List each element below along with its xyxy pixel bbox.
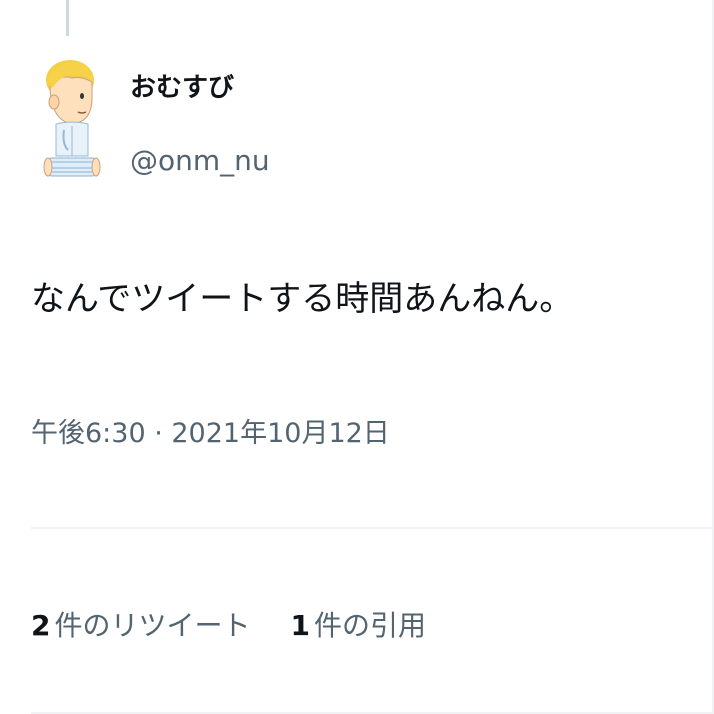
- quote-label: 件の引用: [313, 609, 426, 642]
- display-name[interactable]: おむすび: [130, 68, 234, 108]
- avatar-image: [43, 60, 101, 177]
- divider: [31, 527, 714, 529]
- retweet-label: 件のリツイート: [54, 609, 251, 642]
- thread-connector-line: [66, 0, 69, 36]
- tweet-stats: 2 件のリツイート 1 件の引用: [31, 604, 426, 648]
- avatar[interactable]: [42, 58, 102, 188]
- retweets-stat[interactable]: 2 件のリツイート: [31, 604, 251, 648]
- retweet-count: 2: [31, 609, 51, 642]
- quote-count: 1: [290, 609, 310, 642]
- tweet-timestamp[interactable]: 午後6:30 · 2021年10月12日: [31, 414, 390, 454]
- username[interactable]: @onm_nu: [130, 140, 270, 182]
- tweet-text: なんでツイートする時間あんねん。: [31, 279, 574, 319]
- quotes-stat[interactable]: 1 件の引用: [291, 604, 427, 648]
